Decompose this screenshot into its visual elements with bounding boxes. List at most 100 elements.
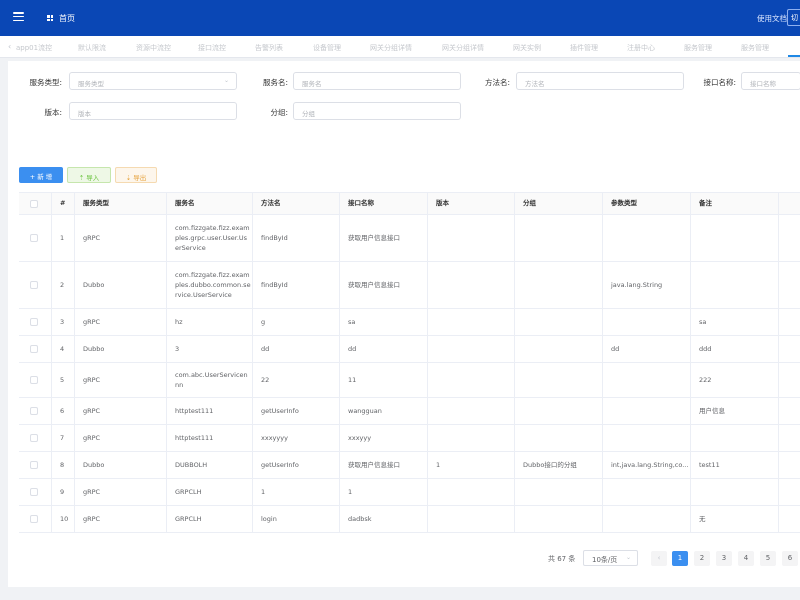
tab-item[interactable]: 设备管理 [313, 43, 341, 53]
row-checkbox[interactable] [30, 281, 38, 289]
tab-item[interactable]: 插件管理 [570, 43, 598, 53]
table-row[interactable]: 2 Dubbo com.fizzgate.fizz.examples.dubbo.c… [19, 262, 800, 309]
select-all-checkbox[interactable] [30, 199, 38, 208]
cell-note [691, 215, 779, 261]
col-header-params[interactable]: 参数类型 [603, 193, 691, 214]
tab-item[interactable]: 注册中心 [627, 43, 655, 53]
menu-toggle-icon[interactable] [13, 12, 24, 22]
table-row[interactable]: 9 gRPC GRPCLH 1 1 [19, 479, 800, 506]
tab-item[interactable]: 网关分组详情 [370, 43, 412, 53]
cell-group [515, 479, 603, 505]
table-row[interactable]: 5 gRPC com.abc.UserServicennn 22 11 222 [19, 363, 800, 398]
cell-interface-text: 1 [348, 487, 353, 496]
interface-name-input[interactable]: 接口名称 [741, 72, 800, 90]
col-header-method[interactable]: 方法名 [253, 193, 340, 214]
tab-item[interactable]: 网关分组详情 [442, 43, 484, 53]
cell-interface-text: dadbsk [348, 514, 372, 523]
table-row[interactable]: 1 gRPC com.fizzgate.fizz.examples.grpc.use… [19, 215, 800, 262]
cell-interface-text: sa [348, 317, 356, 326]
cell-type: gRPC [75, 425, 167, 451]
cell-group [515, 309, 603, 335]
row-checkbox[interactable] [30, 345, 38, 353]
cell-group [515, 262, 603, 308]
cell-version-text: 1 [436, 460, 441, 469]
pagination-total: 共 67 条 [548, 555, 576, 563]
col-header-service[interactable]: 服务名 [167, 193, 253, 214]
cell-method-text: login [261, 514, 277, 523]
service-name-input[interactable]: 服务名 [293, 72, 461, 90]
cell-service-text: DUBBOLH [175, 460, 208, 469]
docs-link[interactable]: 使用文档 [757, 13, 787, 24]
import-button[interactable]: ⇡ 导入 [67, 167, 111, 183]
col-header-version[interactable]: 版本 [428, 193, 515, 214]
cell-interface-text: 获取用户信息接口 [348, 280, 400, 289]
tab-item[interactable]: 服务管理 [741, 43, 769, 53]
cell-type: gRPC [75, 506, 167, 532]
breadcrumb-home[interactable]: 首页 [59, 13, 75, 24]
prev-page-button[interactable]: ‹ [651, 551, 667, 566]
cell-interface: 11 [340, 363, 428, 397]
table-row[interactable]: 8 Dubbo DUBBOLH getUserInfo 获取用户信息接口 1 Dubbo接口… [19, 452, 800, 479]
tab-item[interactable]: app01流控 [16, 43, 52, 53]
row-checkbox[interactable] [30, 407, 38, 415]
header-action-button[interactable]: 切 [787, 9, 800, 26]
cell-index-text: 7 [60, 433, 65, 442]
cell-interface-text: wangguan [348, 406, 382, 415]
tab-item[interactable]: 网关实例 [513, 43, 541, 53]
page-button[interactable]: 5 [760, 551, 776, 566]
page-size-select[interactable]: 10条/页 ⌄ [583, 550, 638, 566]
table-row[interactable]: 3 gRPC hz g sa sa [19, 309, 800, 336]
chevron-down-icon: ⌄ [223, 77, 229, 84]
col-header-interface[interactable]: 接口名称 [340, 193, 428, 214]
service-type-select[interactable]: 服务类型 ⌄ [69, 72, 237, 90]
tab-item[interactable]: 默认限流 [78, 43, 106, 53]
top-header: 首页 使用文档 切 [0, 0, 800, 36]
cell-interface: 获取用户信息接口 [340, 262, 428, 308]
col-header-group[interactable]: 分组 [515, 193, 603, 214]
method-name-input[interactable]: 方法名 [516, 72, 684, 90]
version-input[interactable]: 版本 [69, 102, 237, 120]
cell-service: com.fizzgate.fizz.examples.grpc.user.Use… [167, 215, 253, 261]
page-button[interactable]: 4 [738, 551, 754, 566]
cell-method-text: dd [261, 344, 270, 353]
page-button[interactable]: 3 [716, 551, 732, 566]
table-row[interactable]: 6 gRPC httptest111 getUserInfo wangguan 用户信息 [19, 398, 800, 425]
export-button[interactable]: ⇣ 导出 [115, 167, 157, 183]
row-checkbox[interactable] [30, 461, 38, 469]
page-button[interactable]: 1 [672, 551, 688, 566]
tab-item[interactable]: 资源中流控 [136, 43, 171, 53]
tab-item[interactable]: 接口流控 [198, 43, 226, 53]
cell-group-text: Dubbo接口的分组 [523, 460, 577, 469]
cell-interface: dd [340, 336, 428, 362]
method-name-label: 方法名: [484, 78, 510, 87]
page-button[interactable]: 6 [782, 551, 798, 566]
row-checkbox[interactable] [30, 234, 38, 242]
home-grid-icon [47, 15, 53, 21]
row-checkbox[interactable] [30, 318, 38, 326]
table-row[interactable]: 4 Dubbo 3 dd dd dd ddd [19, 336, 800, 363]
cell-method: 1 [253, 479, 340, 505]
active-tab-indicator [788, 55, 800, 57]
col-header-type[interactable]: 服务类型 [75, 193, 167, 214]
row-checkbox[interactable] [30, 376, 38, 384]
cell-version: 1 [428, 452, 515, 478]
page-button[interactable]: 2 [694, 551, 710, 566]
row-checkbox[interactable] [30, 488, 38, 496]
cell-index: 8 [52, 452, 75, 478]
cell-type-text: Dubbo [83, 460, 105, 469]
tabs-scroll-left-icon[interactable]: ‹ [8, 42, 11, 51]
cell-group [515, 425, 603, 451]
cell-index-text: 6 [60, 406, 65, 415]
table-row[interactable]: 7 gRPC httptest111 xxxyyyy xxxyyy [19, 425, 800, 452]
add-button[interactable]: + 新 增 [19, 167, 63, 183]
tab-item[interactable]: 服务管理 [684, 43, 712, 53]
row-checkbox[interactable] [30, 515, 38, 523]
table-row[interactable]: 10 gRPC GRPCLH login dadbsk 无 [19, 506, 800, 533]
cell-version [428, 309, 515, 335]
cell-note: ddd [691, 336, 779, 362]
group-input[interactable]: 分组 [293, 102, 461, 120]
tab-item[interactable]: 告警列表 [255, 43, 283, 53]
row-checkbox[interactable] [30, 434, 38, 442]
col-header-note[interactable]: 备注 [691, 193, 779, 214]
page-size-value: 10条/页 [592, 556, 618, 564]
